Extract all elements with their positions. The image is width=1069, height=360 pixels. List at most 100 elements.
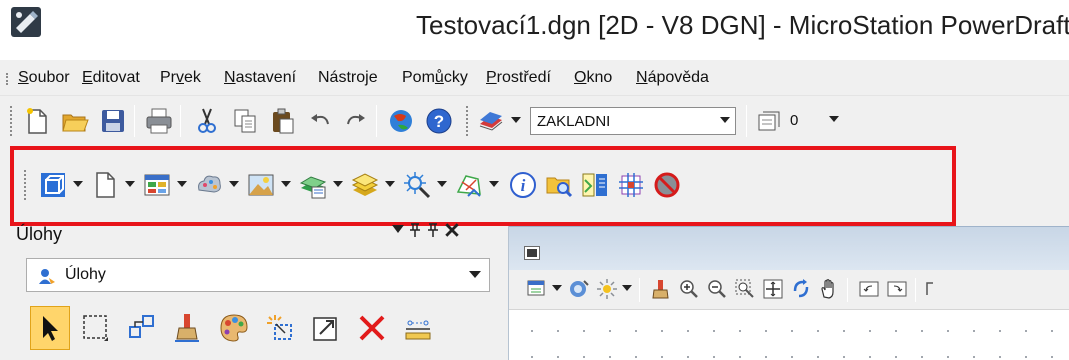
disable-icon[interactable] [650,168,684,202]
paste-icon[interactable] [266,104,300,138]
toolbar-separator [134,105,135,137]
level-combo[interactable]: ZAKLADNI [530,107,736,135]
element-info-dropdown-arrow[interactable] [488,168,500,202]
window-title: Testovací1.dgn [2D - V8 DGN] - MicroStat… [416,10,1069,40]
palette-icon[interactable] [214,306,254,350]
print-icon[interactable] [142,104,176,138]
menu-grip[interactable] [6,73,8,85]
close-icon[interactable] [444,222,460,238]
update-icon[interactable] [647,274,675,304]
level-number-icon[interactable] [752,104,786,138]
grid-icon[interactable] [614,168,648,202]
menu-nastaveni[interactable]: Nastavení [224,69,296,87]
toolbar-grip[interactable] [24,170,28,200]
scale-icon[interactable] [306,306,346,350]
highlight-icon[interactable] [260,306,300,350]
menu-prostredi[interactable]: Prostředí [486,69,551,87]
undo-icon[interactable] [304,104,338,138]
view-toggle-icon[interactable] [921,274,949,304]
tasks-combo-value: Úlohy [65,266,106,283]
tasks-icon [37,266,57,286]
model-icon[interactable] [88,168,122,202]
help-icon[interactable]: ? [422,104,456,138]
delete-x-icon[interactable] [352,306,392,350]
view-attributes-dropdown-arrow[interactable] [551,274,563,304]
menu-pomucky[interactable]: Pomůcky [402,69,468,87]
menu-soubor[interactable]: Soubor [18,69,70,87]
level-display-dropdown-arrow[interactable] [510,104,522,138]
drawing-canvas[interactable] [509,310,1069,360]
view-cube-icon[interactable] [36,168,70,202]
redo-icon[interactable] [338,104,372,138]
snap-icon[interactable] [400,168,434,202]
layers-dropdown-arrow[interactable] [384,168,396,202]
model-dropdown-arrow[interactable] [124,168,136,202]
fit-view-icon[interactable] [759,274,787,304]
globe-icon[interactable] [384,104,418,138]
view-next-icon[interactable] [883,274,911,304]
view-attributes-icon[interactable] [523,274,551,304]
layers-icon[interactable] [348,168,382,202]
menu-okno[interactable]: Okno [574,69,612,87]
menu-nastroje[interactable]: Nástroje [318,69,378,87]
chevron-down-icon[interactable] [467,267,483,283]
pan-icon[interactable] [815,274,843,304]
copy-icon[interactable] [228,104,262,138]
raster-icon[interactable] [192,168,226,202]
snap-dropdown-arrow[interactable] [436,168,448,202]
tasks-panel: Úlohy Úlohy [0,223,502,360]
view-previous-icon[interactable] [855,274,883,304]
tasks-panel-controls [392,220,460,240]
toolbar-grip[interactable] [466,106,470,136]
pin-icon[interactable] [408,222,422,238]
microstation-logo-icon[interactable] [10,6,42,38]
display-style-icon[interactable] [565,274,593,304]
raster-dropdown-arrow[interactable] [228,168,240,202]
element-info-icon[interactable] [452,168,486,202]
menu-prvek[interactable]: Prvek [160,69,201,87]
lights-icon[interactable] [593,274,621,304]
toolbar-grip[interactable] [10,106,14,136]
toolbar-separator [639,278,640,302]
menu-editovat[interactable]: Editovat [82,69,140,87]
image-dropdown-arrow[interactable] [280,168,292,202]
level-manager-dropdown-arrow[interactable] [332,168,344,202]
manipulate-icon[interactable] [122,306,162,350]
toolbar-separator [180,105,181,137]
toolbar-separator [915,278,916,302]
image-icon[interactable] [244,168,278,202]
view-window-menu-button[interactable] [524,246,540,260]
chevron-down-icon[interactable] [824,107,844,133]
pin-icon[interactable] [426,222,440,238]
level-number-combo[interactable]: 0 [788,107,844,135]
brush-icon[interactable] [168,306,208,350]
lower-area: Úlohy Úlohy [0,223,1069,360]
menu-napoveda[interactable]: Nápověda [636,69,709,87]
toolbar-separator [847,278,848,302]
find-icon[interactable] [542,168,576,202]
dimension-icon[interactable] [398,306,438,350]
zoom-out-icon[interactable] [703,274,731,304]
select-rectangle-icon[interactable] [76,306,116,350]
open-folder-icon[interactable] [58,104,92,138]
tasks-combo[interactable]: Úlohy [26,258,490,292]
cut-icon[interactable] [190,104,224,138]
reference-dropdown-arrow[interactable] [176,168,188,202]
level-manager-icon[interactable] [296,168,330,202]
standard-toolbar: ? ZAKLADNI 0 [0,96,1069,146]
window-area-icon[interactable] [731,274,759,304]
svg-text:i: i [521,176,526,195]
rotate-icon[interactable] [787,274,815,304]
save-icon[interactable] [96,104,130,138]
reference-icon[interactable] [140,168,174,202]
chevron-down-icon[interactable] [715,108,735,134]
lights-dropdown-arrow[interactable] [621,274,633,304]
select-arrow-icon[interactable] [30,306,70,350]
level-display-icon[interactable] [474,104,508,138]
compare-icon[interactable] [578,168,612,202]
view-cube-dropdown-arrow[interactable] [72,168,84,202]
info-icon[interactable]: i [506,168,540,202]
new-file-icon[interactable] [20,104,54,138]
zoom-in-icon[interactable] [675,274,703,304]
chevron-down-icon[interactable] [392,225,404,235]
